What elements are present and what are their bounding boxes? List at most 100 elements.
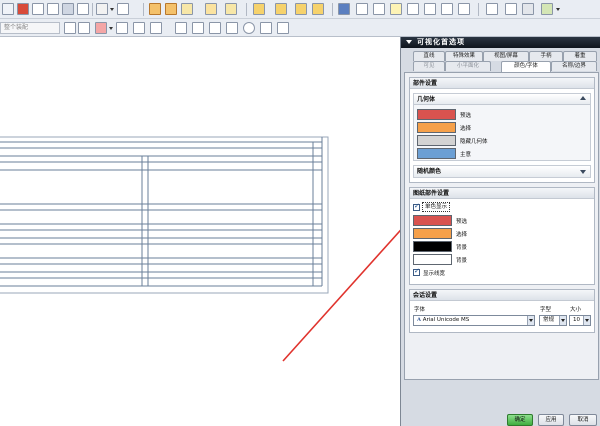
arc-icon[interactable]	[181, 3, 193, 15]
tab-faceting[interactable]: 小平面化	[445, 61, 491, 71]
drawing-canvas[interactable]	[0, 38, 400, 426]
show-line-width-label: 显示线宽	[423, 271, 446, 277]
monochrome-checkbox[interactable]	[413, 202, 420, 211]
group-title: 图纸部件设置	[413, 190, 450, 197]
expand-down-icon[interactable]	[580, 170, 586, 174]
tab-emphasis[interactable]: 着重	[563, 51, 597, 61]
render-icon[interactable]	[312, 3, 324, 15]
collapse-arrow-icon[interactable]	[406, 40, 412, 44]
chevron-down-icon[interactable]	[583, 316, 590, 325]
dialog-title-bar[interactable]: 可视化首选项	[401, 37, 600, 48]
note-icon[interactable]	[373, 3, 385, 15]
ok-button[interactable]: 确定	[507, 414, 533, 426]
label-icon[interactable]	[390, 3, 402, 15]
dimension-icon[interactable]	[407, 3, 419, 15]
part-settings-header[interactable]: 部件设置	[410, 78, 594, 89]
window-icon[interactable]	[338, 3, 350, 15]
tab-name-border[interactable]: 名称/边界	[551, 61, 597, 71]
size-select[interactable]: 10	[569, 315, 591, 326]
visualization-preferences-dialog: 可视化首选项 直线 特殊效果 视图/屏幕 手柄 着重 可见 小平面化 颜色/字体…	[400, 37, 600, 426]
tab-label: 视图/屏幕	[494, 53, 518, 59]
copy-icon[interactable]	[77, 3, 89, 15]
tab-label: 小平面化	[456, 63, 479, 69]
chevron-down-icon[interactable]	[559, 316, 566, 325]
tab-label: 着重	[574, 53, 586, 59]
frame-icon[interactable]	[486, 3, 498, 15]
shade-icon[interactable]	[295, 3, 307, 15]
emphasis-color-swatch[interactable]	[417, 148, 456, 159]
print-icon[interactable]	[47, 3, 59, 15]
quadrant-icon[interactable]	[209, 22, 221, 34]
tab-line[interactable]: 直线	[413, 51, 445, 61]
chevron-down-icon[interactable]	[556, 8, 560, 11]
image-icon[interactable]	[458, 3, 470, 15]
center-icon[interactable]	[175, 22, 187, 34]
redo-icon[interactable]	[117, 3, 129, 15]
tab-visible[interactable]: 可见	[413, 61, 445, 71]
drawing-table-svg	[0, 136, 400, 362]
select-filter-icon[interactable]	[64, 22, 76, 34]
session-settings-header[interactable]: 会话设置	[410, 290, 594, 301]
style-select-value: 常规	[543, 317, 555, 323]
sketch-icon[interactable]	[149, 3, 161, 15]
layer-icon[interactable]	[253, 3, 265, 15]
group-title: 会话设置	[413, 292, 438, 299]
drawing-select-color-swatch[interactable]	[413, 228, 452, 239]
grid-icon[interactable]	[95, 22, 107, 34]
font-select[interactable]: A Arial Unicode MS	[413, 315, 535, 326]
hidden-geometry-color-swatch[interactable]	[417, 135, 456, 146]
save-icon[interactable]	[32, 3, 44, 15]
tab-handles[interactable]: 手柄	[529, 51, 563, 61]
preselect-color-swatch[interactable]	[417, 109, 456, 120]
circle-snap-icon[interactable]	[243, 22, 255, 34]
swatch-label: 隐藏几何体	[460, 139, 488, 145]
line-icon[interactable]	[165, 3, 177, 15]
table-icon[interactable]	[356, 3, 368, 15]
snap-icon[interactable]	[78, 22, 90, 34]
toolbar-separator	[332, 3, 333, 16]
measure-icon[interactable]	[225, 3, 237, 15]
intersect-icon[interactable]	[192, 22, 204, 34]
point-icon[interactable]	[205, 3, 217, 15]
text-icon[interactable]	[424, 3, 436, 15]
cut-icon[interactable]	[62, 3, 74, 15]
grid-display-icon[interactable]	[522, 3, 534, 15]
select-color-swatch[interactable]	[417, 122, 456, 133]
end-point-icon[interactable]	[133, 22, 145, 34]
check-icon[interactable]	[541, 3, 553, 15]
random-colors-header[interactable]: 随机颜色	[414, 166, 590, 177]
swatch-label: 预选	[460, 113, 472, 119]
assembly-filter-select[interactable]: 整个装配	[0, 22, 60, 34]
drawing-background-color-swatch[interactable]	[413, 254, 452, 265]
apply-button[interactable]: 应用	[538, 414, 564, 426]
tab-color-font[interactable]: 颜色/字体	[501, 61, 551, 72]
group-title: 随机颜色	[417, 168, 442, 175]
perpendicular-icon[interactable]	[277, 22, 289, 34]
collapse-up-icon[interactable]	[580, 96, 586, 100]
show-line-width-checkbox[interactable]	[413, 267, 420, 276]
style-select[interactable]: 常规	[539, 315, 567, 326]
cancel-button[interactable]: 取消	[569, 414, 597, 426]
new-file-icon[interactable]	[2, 3, 14, 15]
drawing-preselect-color-swatch[interactable]	[413, 215, 452, 226]
geometry-header[interactable]: 几何体	[414, 94, 590, 105]
chevron-down-icon[interactable]	[110, 8, 114, 11]
view-icon[interactable]	[275, 3, 287, 15]
chevron-down-icon[interactable]	[109, 27, 113, 30]
tangent-icon[interactable]	[226, 22, 238, 34]
drawing-foreground-color-swatch[interactable]	[413, 241, 452, 252]
border-icon[interactable]	[505, 3, 517, 15]
annotation-arrow	[282, 229, 400, 362]
toolbar-separator	[246, 3, 247, 16]
chevron-down-icon[interactable]	[527, 316, 534, 325]
tab-view-screen[interactable]: 视图/屏幕	[483, 51, 529, 61]
open-icon[interactable]	[17, 3, 29, 15]
angle-snap-icon[interactable]	[260, 22, 272, 34]
monochrome-label[interactable]: 单色显示	[422, 202, 451, 212]
undo-icon[interactable]	[96, 3, 108, 15]
drawing-settings-header[interactable]: 图纸部件设置	[410, 188, 594, 199]
symbol-icon[interactable]	[441, 3, 453, 15]
tab-special-effects[interactable]: 特殊效果	[445, 51, 483, 61]
mid-point-icon[interactable]	[150, 22, 162, 34]
point-snap-icon[interactable]	[116, 22, 128, 34]
